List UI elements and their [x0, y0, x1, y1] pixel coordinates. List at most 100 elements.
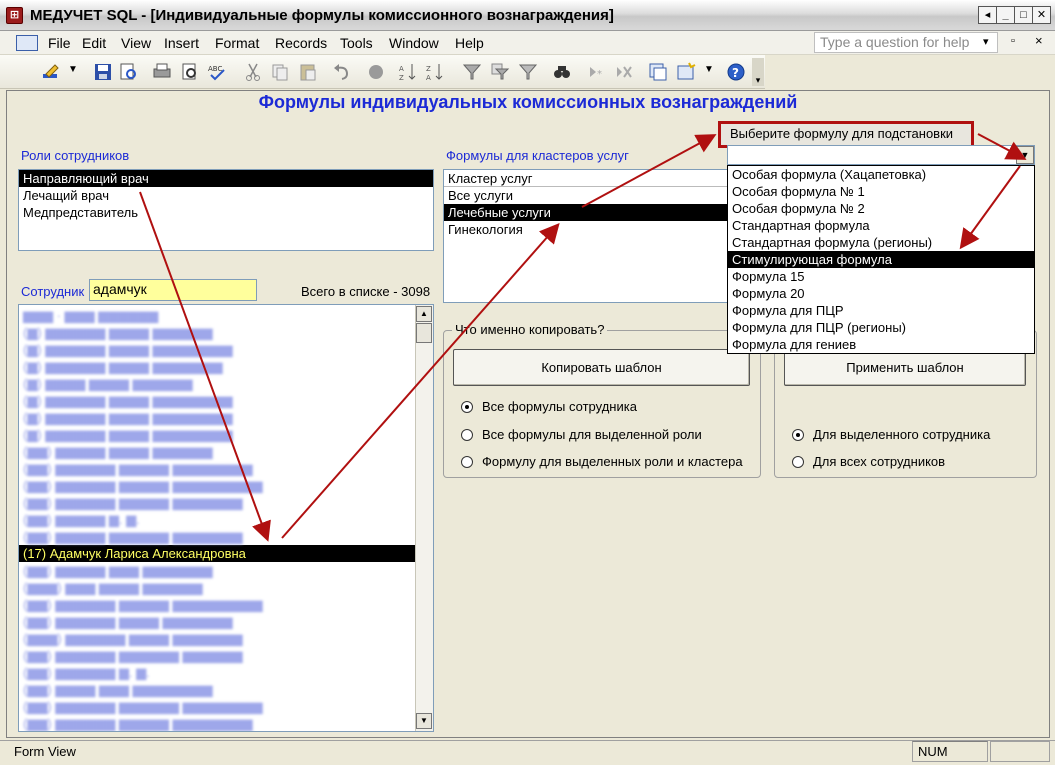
help-icon[interactable]: ?	[726, 62, 746, 82]
copy-option-role-cluster[interactable]: Формулу для выделенных роли и кластера	[461, 454, 743, 469]
list-item[interactable]: (▆▆) ▆▆▆▆▆ ▆▆▆ ▆▆▆▆▆▆▆	[19, 562, 433, 579]
employee-selected-item[interactable]: (17) Адамчук Лариса Александровна	[19, 545, 433, 562]
copy-icon[interactable]	[270, 62, 290, 82]
roles-listbox[interactable]: Направляющий врач Лечащий врач Медпредст…	[18, 169, 434, 251]
menu-file[interactable]: File	[48, 35, 71, 51]
new-object-dropdown-icon[interactable]: ▼	[704, 64, 714, 75]
database-window-icon[interactable]	[648, 62, 668, 82]
copy-option-all-employee[interactable]: Все формулы сотрудника	[461, 399, 637, 414]
list-item[interactable]: (▆▆) ▆▆▆▆▆▆ ▆▆▆▆▆ ▆▆▆▆▆▆▆▆	[19, 460, 433, 477]
view-dropdown-icon[interactable]: ▼	[68, 64, 78, 75]
list-item[interactable]: (▆▆) ▆▆▆▆▆▆ ▆▆▆▆▆▆ ▆▆▆▆▆▆	[19, 647, 433, 664]
list-item[interactable]: ▆▆▆ · ▆▆▆ ▆▆▆▆▆▆	[19, 307, 433, 324]
list-item[interactable]: (▆▆) ▆▆▆▆ ▆▆▆ ▆▆▆▆▆▆▆▆	[19, 681, 433, 698]
list-item[interactable]: Медпредставитель	[19, 204, 433, 221]
menu-view[interactable]: View	[121, 35, 151, 51]
list-item[interactable]: Особая формула № 1	[728, 183, 1034, 200]
globe-icon[interactable]	[366, 62, 386, 82]
menu-insert[interactable]: Insert	[164, 35, 199, 51]
employee-search-input[interactable]: адамчук	[89, 279, 257, 301]
delete-record-icon[interactable]	[614, 62, 634, 82]
new-record-icon[interactable]: *	[586, 62, 606, 82]
list-item[interactable]: Гинекология	[444, 221, 728, 238]
apply-filter-icon[interactable]	[518, 62, 538, 82]
copy-template-button[interactable]: Копировать шаблон	[453, 349, 750, 386]
menu-tools[interactable]: Tools	[340, 35, 373, 51]
list-item[interactable]: (▆▆) ▆▆▆▆▆▆ ▆▆▆▆ ▆▆▆▆▆▆▆	[19, 613, 433, 630]
list-item[interactable]: Лечащий врач	[19, 187, 433, 204]
list-item[interactable]: (▆) ▆▆▆▆▆▆ ▆▆▆▆ ▆▆▆▆▆▆▆▆	[19, 426, 433, 443]
chevron-down-icon[interactable]: ▼	[1016, 146, 1034, 164]
close-icon[interactable]: ✕	[1032, 6, 1051, 24]
list-item[interactable]: Стандартная формула (регионы)	[728, 234, 1034, 251]
help-search-input[interactable]: Type a question for help	[814, 32, 998, 53]
employees-scrollbar[interactable]	[415, 305, 433, 731]
menu-format[interactable]: Format	[215, 35, 259, 51]
list-item[interactable]: (▆) ▆▆▆▆▆▆ ▆▆▆▆ ▆▆▆▆▆▆▆	[19, 358, 433, 375]
list-item[interactable]: (▆▆) ▆▆▆▆▆ ▆. ▆.	[19, 511, 433, 528]
list-item[interactable]: (▆▆) ▆▆▆▆▆▆ ▆. ▆.	[19, 664, 433, 681]
save-icon[interactable]	[93, 62, 113, 82]
radio-icon[interactable]	[461, 429, 473, 441]
list-item[interactable]: (▆▆) ▆▆▆▆▆▆ ▆▆▆▆▆▆ ▆▆▆▆▆▆▆▆	[19, 698, 433, 715]
apply-option-all[interactable]: Для всех сотрудников	[792, 454, 945, 469]
help-dropdown-icon[interactable]: ▾	[983, 35, 989, 48]
filter-by-form-icon[interactable]	[490, 62, 510, 82]
radio-icon[interactable]	[461, 456, 473, 468]
list-item[interactable]: (▆▆) ▆▆▆▆▆ ▆▆▆▆▆▆ ▆▆▆▆▆▆▆	[19, 528, 433, 545]
toolbar-options-icon[interactable]: ▾	[752, 58, 764, 86]
cut-icon[interactable]	[243, 62, 263, 82]
filter-by-selection-icon[interactable]	[462, 62, 482, 82]
scroll-down-icon[interactable]: ▼	[416, 713, 432, 729]
radio-icon[interactable]	[792, 429, 804, 441]
apply-template-button[interactable]: Применить шаблон	[784, 349, 1026, 386]
list-item[interactable]: (▆) ▆▆▆▆▆▆ ▆▆▆▆ ▆▆▆▆▆▆▆▆	[19, 392, 433, 409]
list-item[interactable]: Стимулирующая формула	[728, 251, 1034, 268]
apply-option-selected[interactable]: Для выделенного сотрудника	[792, 427, 990, 442]
list-item[interactable]: (▆▆▆) ▆▆▆ ▆▆▆▆ ▆▆▆▆▆▆	[19, 579, 433, 596]
list-item[interactable]: (▆) ▆▆▆▆ ▆▆▆▆ ▆▆▆▆▆▆	[19, 375, 433, 392]
sort-descending-icon[interactable]: ZA	[425, 62, 445, 82]
menu-records[interactable]: Records	[275, 35, 327, 51]
sort-ascending-icon[interactable]: AZ	[398, 62, 418, 82]
formula-dropdown-list[interactable]: Особая формула (Хацапетовка) Особая форм…	[727, 165, 1035, 354]
list-item[interactable]: Направляющий врач	[19, 170, 433, 187]
list-item[interactable]: Стандартная формула	[728, 217, 1034, 234]
employees-listbox[interactable]: ▆▆▆ · ▆▆▆ ▆▆▆▆▆▆ (▆) ▆▆▆▆▆▆ ▆▆▆▆ ▆▆▆▆▆▆ …	[18, 304, 434, 732]
menu-window[interactable]: Window	[389, 35, 439, 51]
print-icon[interactable]	[152, 62, 172, 82]
list-item[interactable]: Формула 15	[728, 268, 1034, 285]
list-item[interactable]: Формула 20	[728, 285, 1034, 302]
list-item[interactable]: Особая формула № 2	[728, 200, 1034, 217]
list-item[interactable]: Все услуги	[444, 187, 728, 204]
list-item[interactable]: Особая формула (Хацапетовка)	[728, 166, 1034, 183]
list-item[interactable]: (▆▆) ▆▆▆▆▆▆ ▆▆▆▆▆ ▆▆▆▆▆▆▆▆▆	[19, 596, 433, 613]
search-file-icon[interactable]	[118, 62, 138, 82]
undo-icon[interactable]	[332, 62, 352, 82]
menu-help[interactable]: Help	[455, 35, 484, 51]
list-item[interactable]: (▆▆) ▆▆▆▆▆▆ ▆▆▆▆▆ ▆▆▆▆▆▆▆▆	[19, 715, 433, 731]
paste-icon[interactable]	[298, 62, 318, 82]
list-item[interactable]: (▆▆) ▆▆▆▆▆▆ ▆▆▆▆▆ ▆▆▆▆▆▆▆▆▆	[19, 477, 433, 494]
copy-option-selected-role[interactable]: Все формулы для выделенной роли	[461, 427, 702, 442]
design-view-icon[interactable]	[41, 62, 63, 82]
formula-select[interactable]	[727, 145, 1035, 165]
list-item[interactable]: (▆▆) ▆▆▆▆▆▆ ▆▆▆▆▆ ▆▆▆▆▆▆▆	[19, 494, 433, 511]
radio-icon[interactable]	[461, 401, 473, 413]
menu-edit[interactable]: Edit	[82, 35, 106, 51]
list-item[interactable]: Лечебные услуги	[444, 204, 728, 221]
list-item[interactable]: Формула для ПЦР	[728, 302, 1034, 319]
radio-icon[interactable]	[792, 456, 804, 468]
scroll-thumb[interactable]	[416, 323, 432, 343]
list-item[interactable]: (▆▆) ▆▆▆▆▆ ▆▆▆▆ ▆▆▆▆▆▆	[19, 443, 433, 460]
list-item[interactable]: (▆) ▆▆▆▆▆▆ ▆▆▆▆ ▆▆▆▆▆▆▆▆	[19, 409, 433, 426]
list-item[interactable]: (▆) ▆▆▆▆▆▆ ▆▆▆▆ ▆▆▆▆▆▆	[19, 324, 433, 341]
list-item[interactable]: Формула для гениев	[728, 336, 1034, 353]
list-item[interactable]: Формула для ПЦР (регионы)	[728, 319, 1034, 336]
spelling-icon[interactable]: ABC	[207, 62, 227, 82]
list-item[interactable]: (▆▆▆) ▆▆▆▆▆▆ ▆▆▆▆ ▆▆▆▆▆▆▆	[19, 630, 433, 647]
clusters-listbox[interactable]: Кластер услуг Все услуги Лечебные услуги…	[443, 169, 729, 303]
scroll-up-icon[interactable]: ▲	[416, 306, 432, 322]
find-icon[interactable]	[552, 62, 572, 82]
restore-icon[interactable]: ▫	[1011, 35, 1015, 47]
